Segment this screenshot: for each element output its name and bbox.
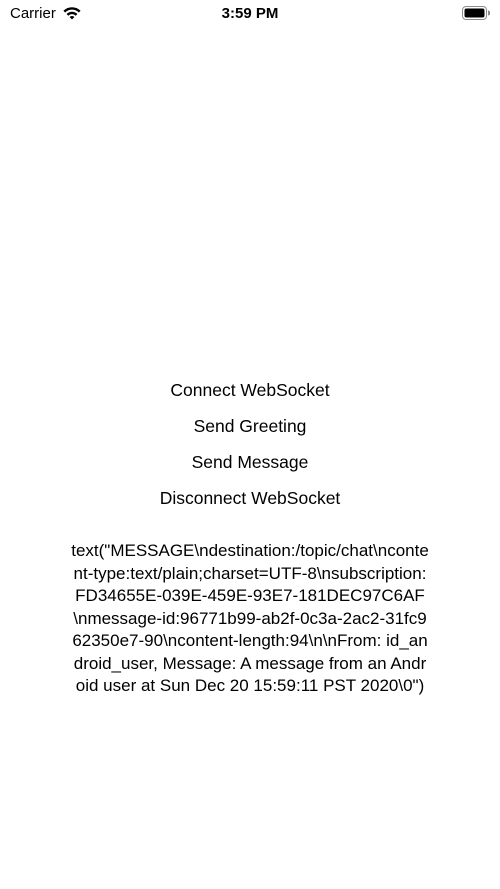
received-message-text: text("MESSAGE\ndestination:/topic/chat\n… <box>71 541 429 695</box>
send-message-button[interactable]: Send Message <box>192 444 309 480</box>
main-content: Connect WebSocket Send Greeting Send Mes… <box>0 372 500 698</box>
connect-websocket-button[interactable]: Connect WebSocket <box>170 372 329 408</box>
status-time: 3:59 PM <box>221 5 279 22</box>
action-list: Connect WebSocket Send Greeting Send Mes… <box>0 372 500 516</box>
status-bar: Carrier 3:59 PM <box>0 0 500 30</box>
disconnect-websocket-button[interactable]: Disconnect WebSocket <box>160 480 341 516</box>
battery-icon <box>462 6 490 20</box>
send-greeting-button[interactable]: Send Greeting <box>194 408 307 444</box>
